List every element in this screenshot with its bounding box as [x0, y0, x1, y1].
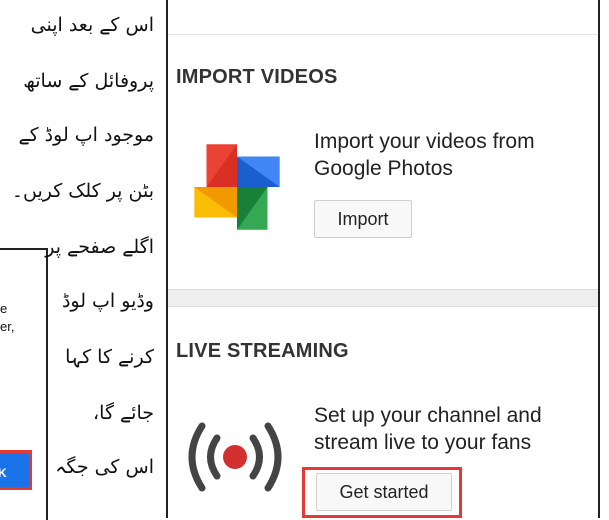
partial-text-line-1: e: [0, 301, 8, 316]
urdu-line: موجود اپ لوڈ کے: [18, 124, 154, 146]
partial-dialog: e er, K: [0, 248, 48, 520]
get-started-button[interactable]: Get started: [316, 473, 452, 511]
top-section-strip: [168, 0, 598, 35]
urdu-line: وڈیو اپ لوڈ: [61, 290, 154, 312]
live-description: Set up your channel and stream live to y…: [314, 404, 542, 454]
import-description: Import your videos from Google Photos: [314, 130, 535, 180]
urdu-line: اگلے صفحے پر: [45, 236, 154, 258]
google-photos-icon: [194, 144, 280, 230]
urdu-line: بٹن پر کلک کریں۔: [11, 180, 154, 202]
partial-text-line-2: er,: [0, 319, 15, 334]
urdu-line: کرنے کا کہا: [65, 346, 154, 368]
upload-options-panel: IMPORT VIDEOS Import your videos from Go…: [168, 0, 598, 518]
import-button[interactable]: Import: [314, 200, 412, 238]
partial-dialog-text: e er,: [0, 300, 14, 336]
urdu-line: جائے گا،: [93, 402, 154, 424]
section-separator: [168, 289, 598, 307]
ok-button[interactable]: K: [0, 450, 32, 490]
urdu-line: پروفائل کے ساتھ: [23, 70, 154, 92]
frame-divider-right: [598, 0, 600, 518]
import-videos-heading: IMPORT VIDEOS: [176, 66, 338, 88]
live-broadcast-icon: [188, 422, 282, 492]
urdu-line: اس کی جگہ: [55, 456, 154, 478]
urdu-instructions: اس کے بعد اپنی پروفائل کے ساتھ موجود اپ …: [12, 0, 166, 518]
live-streaming-heading: LIVE STREAMING: [176, 340, 349, 362]
urdu-line: اس کے بعد اپنی: [30, 14, 154, 36]
